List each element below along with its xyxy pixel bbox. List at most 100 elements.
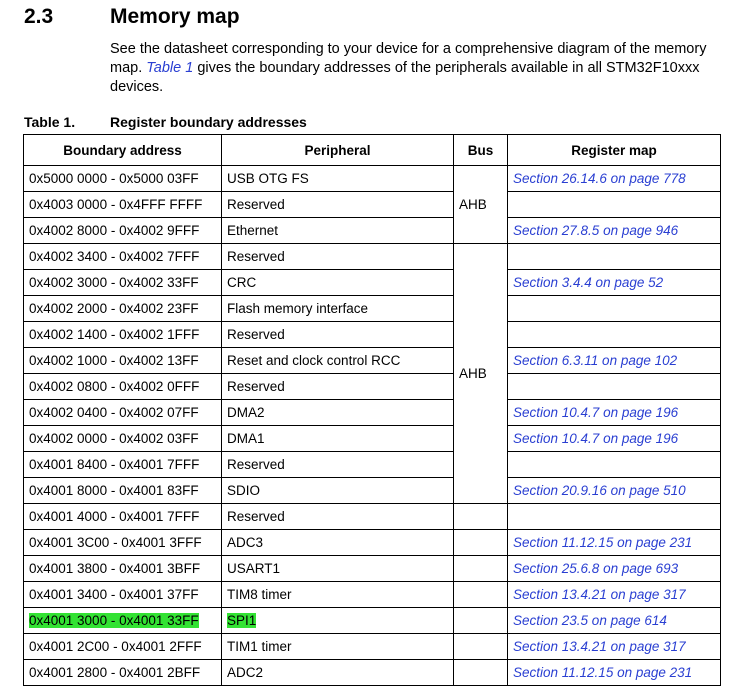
bus-cell [453,555,508,582]
peripheral-cell: SPI1 [221,607,454,634]
boundary-address-cell: 0x4002 0800 - 0x4002 0FFF [23,373,222,400]
header-bus: Bus [453,134,508,166]
bus-cell: AHB [453,165,508,244]
table-row: 0x4001 3C00 - 0x4001 3FFF ADC3 Section 11.… [23,529,721,556]
register-map-link [507,373,721,400]
peripheral-cell: Reserved [221,373,454,400]
register-map-link [507,321,721,348]
register-map-link[interactable]: Section 11.12.15 on page 231 [507,659,721,686]
boundary-address-cell: 0x4001 8400 - 0x4001 7FFF [23,451,222,478]
bus-cell [453,529,508,556]
boundary-address-cell: 0x4002 1000 - 0x4002 13FF [23,347,222,374]
register-map-link [507,295,721,322]
register-map-link[interactable]: Section 26.14.6 on page 778 [507,165,721,192]
boundary-address-cell: 0x4001 2800 - 0x4001 2BFF [23,659,222,686]
peripheral-cell: Ethernet [221,217,454,244]
register-map-link [507,503,721,530]
peripheral-cell: DMA1 [221,425,454,452]
boundary-address-cell: 0x4002 1400 - 0x4002 1FFF [23,321,222,348]
boundary-address-cell: 0x5000 0000 - 0x5000 03FF [23,165,222,192]
peripheral-cell: USART1 [221,555,454,582]
register-map-link[interactable]: Section 3.4.4 on page 52 [507,269,721,296]
bus-cell [453,633,508,660]
table-row: 0x4002 0000 - 0x4002 03FF DMA1 Section 10.… [23,425,721,452]
table-row: 0x4002 8000 - 0x4002 9FFF Ethernet Section… [23,217,721,244]
table-header-row: Boundary address Peripheral Bus Register… [23,134,721,166]
header-boundary-address: Boundary address [23,134,222,166]
peripheral-cell: ADC3 [221,529,454,556]
header-peripheral: Peripheral [221,134,454,166]
boundary-address-cell: 0x4001 3800 - 0x4001 3BFF [23,555,222,582]
boundary-address-cell: 0x4002 0400 - 0x4002 07FF [23,399,222,426]
table-caption-number: Table 1. [24,114,76,130]
table-row: 0x4001 2800 - 0x4001 2BFF ADC2 Section 11.… [23,659,721,686]
register-map-link [507,451,721,478]
table-row: 0x4001 2C00 - 0x4001 2FFF TIM1 timer Secti… [23,633,721,660]
register-map-link [507,191,721,218]
table-row: 0x4002 0400 - 0x4002 07FF DMA2 Section 10.… [23,399,721,426]
table-row: 0x4001 3000 - 0x4001 33FF SPI1 Section 23.… [23,607,721,634]
table-row: 0x4002 0800 - 0x4002 0FFF Reserved [23,373,721,400]
boundary-address-cell: 0x4001 3400 - 0x4001 37FF [23,581,222,608]
register-map-link[interactable]: Section 13.4.21 on page 317 [507,581,721,608]
peripheral-cell: TIM8 timer [221,581,454,608]
table-reference-link[interactable]: Table 1 [146,60,193,76]
boundary-address-cell: 0x4003 0000 - 0x4FFF FFFF [23,191,222,218]
table-row: 0x4001 4000 - 0x4001 7FFF Reserved [23,503,721,530]
table-row: 0x4002 3400 - 0x4002 7FFF Reserved AHB [23,243,721,504]
table-row: 0x4002 2000 - 0x4002 23FF Flash memory in… [23,295,721,322]
header-register-map: Register map [507,134,721,166]
register-map-link[interactable]: Section 10.4.7 on page 196 [507,425,721,452]
table-row: 0x4002 1000 - 0x4002 13FF Reset and clock… [23,347,721,374]
boundary-address-cell: 0x4002 0000 - 0x4002 03FF [23,425,222,452]
table-row: 0x5000 0000 - 0x5000 03FF USB OTG FS AHB Se… [23,165,721,244]
table-row: 0x4002 1400 - 0x4002 1FFF Reserved [23,321,721,348]
register-map-link[interactable]: Section 11.12.15 on page 231 [507,529,721,556]
section-number: 2.3 [24,5,54,28]
boundary-address-cell: 0x4002 2000 - 0x4002 23FF [23,295,222,322]
register-map-link[interactable]: Section 23.5 on page 614 [507,607,721,634]
register-boundary-table: Boundary address Peripheral Bus Register… [23,134,721,686]
peripheral-cell: Reserved [221,503,454,530]
peripheral-cell: CRC [221,269,454,296]
register-map-link[interactable]: Section 13.4.21 on page 317 [507,633,721,660]
peripheral-cell: TIM1 timer [221,633,454,660]
table-row: 0x4001 3400 - 0x4001 37FF TIM8 timer Secti… [23,581,721,608]
boundary-address-cell: 0x4002 3400 - 0x4002 7FFF [23,243,222,270]
bus-cell [453,659,508,686]
boundary-address-cell: 0x4001 4000 - 0x4001 7FFF [23,503,222,530]
register-map-link[interactable]: Section 25.6.8 on page 693 [507,555,721,582]
table-row: 0x4001 8400 - 0x4001 7FFF Reserved [23,451,721,478]
peripheral-cell: Reset and clock control RCC [221,347,454,374]
peripheral-cell: Reserved [221,243,454,270]
section-title: Memory map [110,5,240,28]
peripheral-cell: Reserved [221,321,454,348]
peripheral-cell: Reserved [221,191,454,218]
bus-cell: AHB [453,243,508,504]
peripheral-cell: USB OTG FS [221,165,454,192]
boundary-address-cell: 0x4002 8000 - 0x4002 9FFF [23,217,222,244]
register-map-link[interactable]: Section 10.4.7 on page 196 [507,399,721,426]
highlighted-peripheral: SPI1 [227,613,257,628]
table-row: 0x4001 8000 - 0x4001 83FF SDIO Section 20.… [23,477,721,504]
highlighted-address: 0x4001 3000 - 0x4001 33FF [29,613,199,628]
peripheral-cell: ADC2 [221,659,454,686]
peripheral-cell: DMA2 [221,399,454,426]
bus-cell [453,607,508,634]
intro-text-end: gives the boundary addresses of the peri… [110,60,700,95]
register-map-link[interactable]: Section 27.8.5 on page 946 [507,217,721,244]
table-row: 0x4001 3800 - 0x4001 3BFF USART1 Section 2… [23,555,721,582]
peripheral-cell: Reserved [221,451,454,478]
register-map-link[interactable]: Section 6.3.11 on page 102 [507,347,721,374]
register-map-link[interactable]: Section 20.9.16 on page 510 [507,477,721,504]
peripheral-cell: Flash memory interface [221,295,454,322]
table-row: 0x4002 3000 - 0x4002 33FF CRC Section 3.4.… [23,269,721,296]
bus-cell [453,503,508,530]
boundary-address-cell: 0x4001 8000 - 0x4001 83FF [23,477,222,504]
peripheral-cell: SDIO [221,477,454,504]
boundary-address-cell: 0x4002 3000 - 0x4002 33FF [23,269,222,296]
table-caption-title: Register boundary addresses [110,114,307,130]
table-body: 0x5000 0000 - 0x5000 03FF USB OTG FS AHB Se… [23,165,721,686]
boundary-address-cell: 0x4001 3C00 - 0x4001 3FFF [23,529,222,556]
table-row: 0x4003 0000 - 0x4FFF FFFF Reserved [23,191,721,218]
